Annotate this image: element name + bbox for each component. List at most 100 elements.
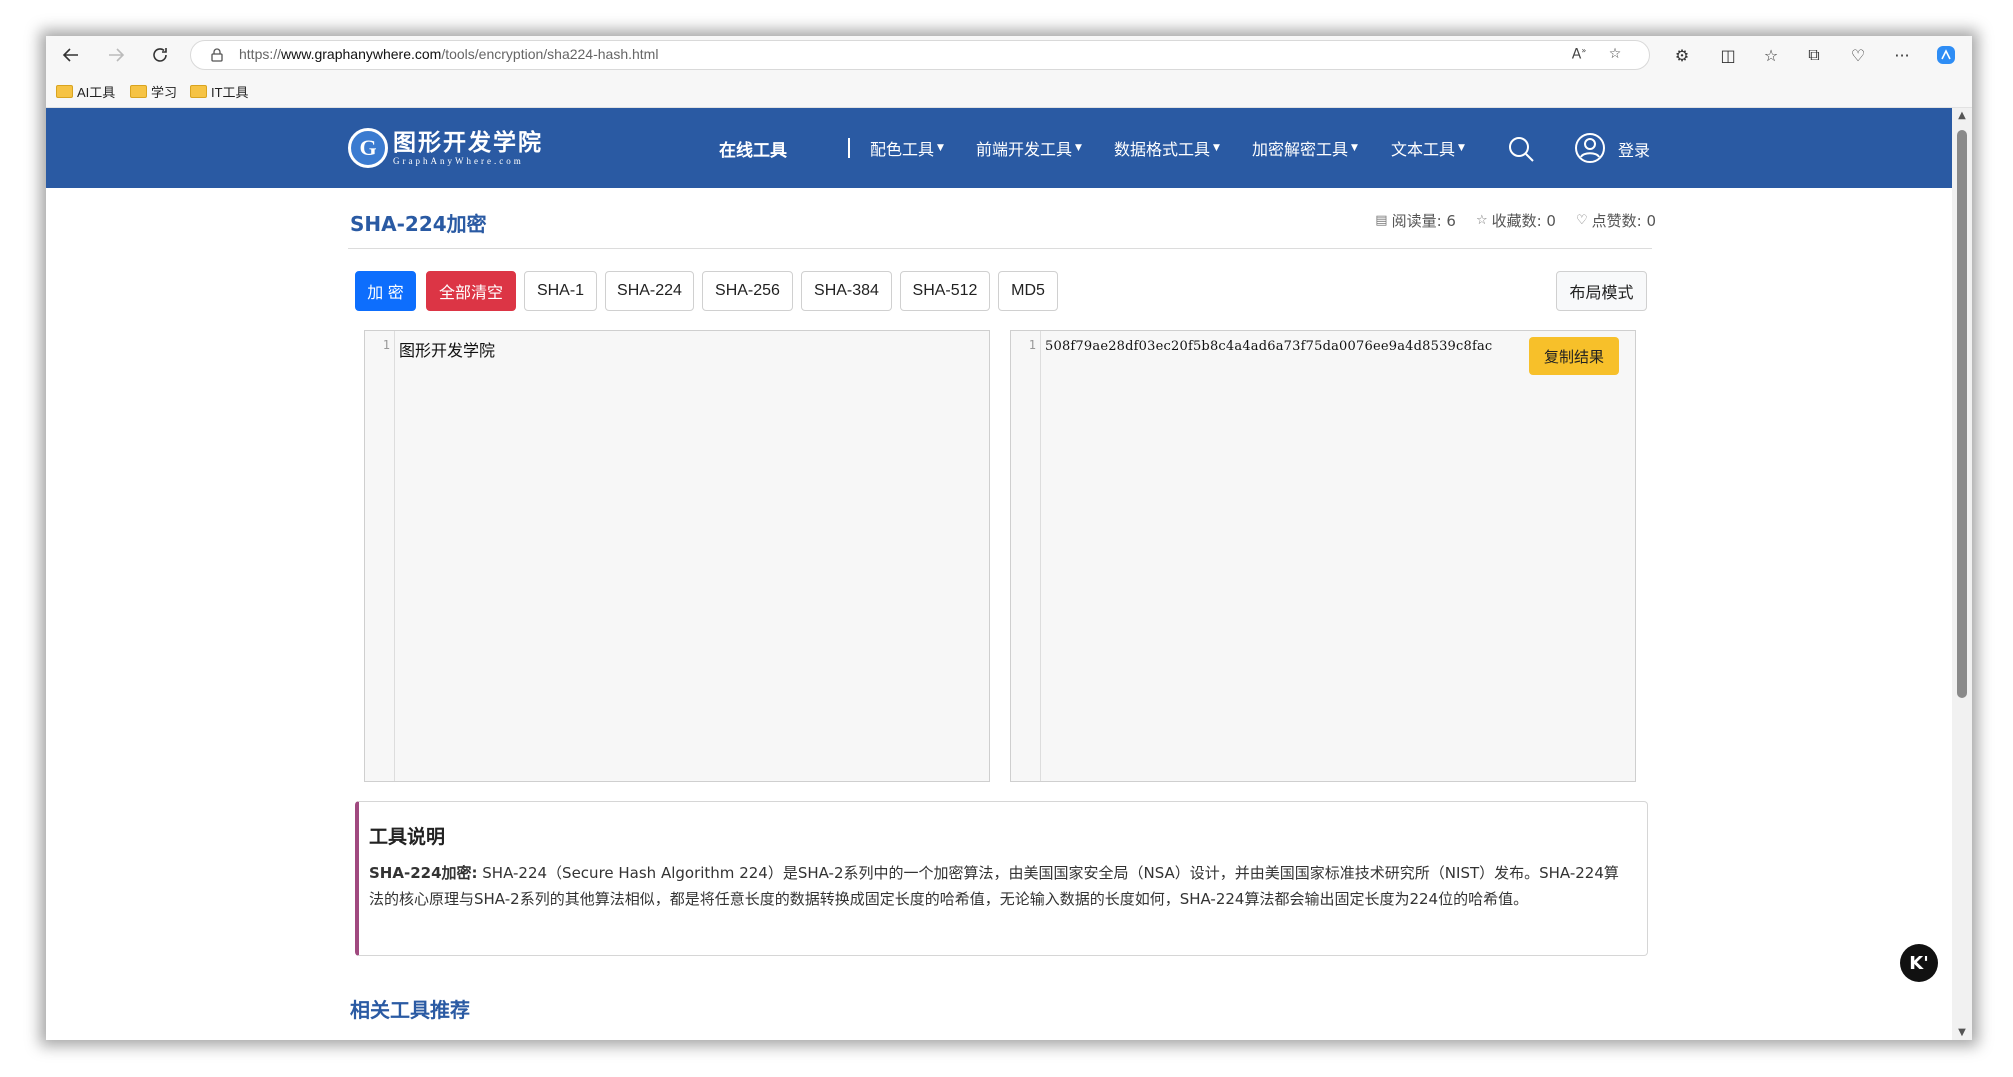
title-divider [348, 248, 1652, 249]
line-number: 1 [1028, 338, 1036, 352]
back-icon[interactable] [58, 42, 84, 68]
read-count: ▤ 阅读量: 6 [1375, 210, 1456, 231]
page-content: G 图形开发学院 GraphAnyWhere.com 在线工具 配色工具 ▼ 前端… [46, 108, 1952, 1040]
nav-label: 加密解密工具 [1252, 140, 1349, 159]
login-link[interactable]: 登录 [1618, 137, 1650, 161]
logo-icon: G [348, 128, 388, 168]
like-count[interactable]: ♡ 点赞数: 0 [1576, 210, 1656, 231]
lock-icon [211, 48, 223, 62]
description-body: SHA-224加密: SHA-224（Secure Hash Algorithm… [369, 860, 1633, 912]
book-icon: ▤ [1375, 213, 1388, 228]
nav-online-tools[interactable]: 在线工具 [719, 136, 787, 161]
star-icon[interactable]: ☆ [1605, 46, 1625, 66]
site-logo[interactable]: G 图形开发学院 GraphAnyWhere.com [348, 126, 543, 170]
nav-label: 数据格式工具 [1114, 140, 1211, 159]
sha512-button[interactable]: SHA-512 [900, 271, 990, 311]
caret-down-icon: ▼ [1075, 143, 1082, 153]
caret-down-icon: ▼ [937, 143, 944, 153]
logo-subtitle: GraphAnyWhere.com [393, 156, 524, 166]
folder-icon [190, 84, 207, 98]
scroll-up-icon[interactable]: ▲ [1956, 110, 1968, 121]
nav-divider [848, 138, 850, 158]
like-count-text: 点赞数: 0 [1591, 212, 1656, 230]
caret-down-icon: ▼ [1213, 143, 1220, 153]
folder-icon [130, 84, 147, 98]
caret-down-icon: ▼ [1458, 143, 1465, 153]
scroll-thumb[interactable] [1957, 130, 1967, 698]
bookmark-it-tools[interactable]: IT工具 [190, 80, 249, 102]
split-screen-icon[interactable]: ◫ [1716, 43, 1740, 67]
bookmark-label: AI工具 [77, 84, 116, 100]
sha256-button[interactable]: SHA-256 [702, 271, 793, 311]
clear-all-button[interactable]: 全部清空 [426, 271, 516, 311]
browser-window: https://www.graphanywhere.com/tools/encr… [46, 36, 1972, 1040]
nav-frontend-tools[interactable]: 前端开发工具 ▼ [976, 136, 1082, 160]
bookmark-study[interactable]: 学习 [130, 80, 177, 102]
collections-icon[interactable]: ⧉ [1802, 43, 1826, 67]
layout-mode-button[interactable]: 布局模式 [1556, 271, 1647, 311]
related-tools-title: 相关工具推荐 [350, 998, 470, 1022]
line-gutter: 1 [1011, 331, 1041, 781]
site-header: G 图形开发学院 GraphAnyWhere.com 在线工具 配色工具 ▼ 前端… [46, 108, 1952, 188]
copilot-icon[interactable] [1934, 43, 1958, 67]
sha1-button[interactable]: SHA-1 [524, 271, 597, 311]
sha384-button[interactable]: SHA-384 [801, 271, 892, 311]
nav-text-tools[interactable]: 文本工具 ▼ [1391, 136, 1465, 160]
url-path: /tools/encryption/sha224-hash.html [441, 46, 659, 62]
page-title: SHA-224加密 [350, 212, 487, 236]
url-text: https://www.graphanywhere.com/tools/encr… [239, 46, 658, 62]
read-count-text: 阅读量: 6 [1391, 212, 1456, 230]
favorite-count-text: 收藏数: 0 [1491, 212, 1556, 230]
bookmark-label: IT工具 [211, 84, 249, 100]
nav-crypto-tools[interactable]: 加密解密工具 ▼ [1252, 136, 1358, 160]
output-hash-text[interactable]: 508f79ae28df03ec20f5b8c4a4ad6a73f75da007… [1045, 339, 1492, 354]
search-icon[interactable] [1506, 134, 1536, 164]
forward-icon[interactable] [103, 42, 129, 68]
bookmark-label: 学习 [151, 84, 178, 100]
copy-result-button[interactable]: 复制结果 [1529, 337, 1619, 375]
address-bar[interactable]: https://www.graphanywhere.com/tools/encr… [190, 40, 1650, 70]
floating-assistant-button[interactable]: K' [1900, 944, 1938, 982]
nav-label: 在线工具 [719, 140, 787, 161]
input-editor[interactable]: 1 图形开发学院 [364, 330, 990, 782]
logo-letter: G [359, 135, 377, 160]
description-title: 工具说明 [369, 826, 446, 848]
logo-text: 图形开发学院 GraphAnyWhere.com [393, 130, 543, 166]
description-label: SHA-224加密: [369, 864, 478, 882]
url-host: www.graphanywhere.com [281, 46, 442, 62]
nav-label: 文本工具 [1391, 140, 1456, 159]
caret-down-icon: ▼ [1351, 143, 1358, 153]
line-gutter: 1 [365, 331, 395, 781]
user-icon[interactable] [1574, 132, 1606, 164]
more-menu-icon[interactable]: ··· [1890, 43, 1914, 67]
sha224-button[interactable]: SHA-224 [605, 271, 694, 311]
bookmark-ai-tools[interactable]: AI工具 [56, 80, 115, 102]
refresh-icon[interactable] [147, 42, 173, 68]
url-prefix: https:// [239, 46, 282, 62]
vertical-scrollbar[interactable]: ▲ ▼ [1952, 108, 1972, 1040]
browser-essentials-icon[interactable]: ♡ [1846, 43, 1870, 67]
page-stats: ▤ 阅读量: 6 ☆ 收藏数: 0 ♡ 点赞数: 0 [1375, 210, 1656, 231]
output-editor[interactable]: 1 508f79ae28df03ec20f5b8c4a4ad6a73f75da0… [1010, 330, 1636, 782]
star-icon: ☆ [1475, 213, 1488, 228]
nav-dataformat-tools[interactable]: 数据格式工具 ▼ [1114, 136, 1220, 160]
md5-button[interactable]: MD5 [998, 271, 1058, 311]
description-text: SHA-224（Secure Hash Algorithm 224）是SHA-2… [369, 864, 1619, 908]
folder-icon [56, 84, 73, 98]
extensions-icon[interactable]: ⚙ [1670, 43, 1694, 67]
line-number: 1 [382, 338, 390, 352]
bookmarks-bar: AI工具 学习 IT工具 [46, 73, 1972, 108]
heart-icon: ♡ [1575, 213, 1588, 228]
logo-title: 图形开发学院 [393, 130, 543, 156]
nav-label: 配色工具 [870, 140, 935, 159]
scroll-down-icon[interactable]: ▼ [1956, 1027, 1968, 1038]
encrypt-button[interactable]: 加 密 [355, 271, 416, 311]
input-text[interactable]: 图形开发学院 [399, 337, 495, 361]
favorite-count[interactable]: ☆ 收藏数: 0 [1476, 210, 1556, 231]
favorites-icon[interactable]: ☆ [1759, 43, 1783, 67]
nav-label: 前端开发工具 [976, 140, 1073, 159]
tool-description: 工具说明 SHA-224加密: SHA-224（Secure Hash Algo… [355, 801, 1648, 956]
nav-color-tools[interactable]: 配色工具 ▼ [870, 136, 944, 160]
read-aloud-icon[interactable]: A» [1569, 46, 1589, 66]
browser-toolbar: https://www.graphanywhere.com/tools/encr… [46, 36, 1972, 73]
